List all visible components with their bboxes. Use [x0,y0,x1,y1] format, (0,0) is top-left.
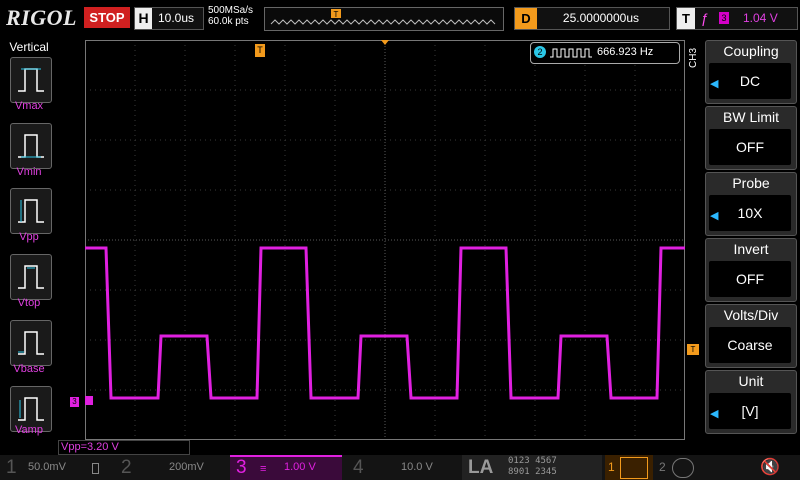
ch3-marker-label: 3 [70,397,79,407]
invert-value: OFF [709,261,791,297]
vamp-icon [18,397,44,421]
vmin-button[interactable] [10,123,52,169]
invert-softkey[interactable]: Invert OFF [705,238,797,302]
vtop-label: Vtop [17,297,41,309]
frequency-value: 666.923 Hz [597,46,654,58]
run-stop-button[interactable]: STOP [84,7,130,28]
ch3-scale: 1.00 V [284,461,316,473]
speaker-mute-icon[interactable]: 🔇 [760,457,780,477]
ch1-number: 1 [6,457,17,478]
ch3-number: 3 [236,457,247,478]
vpp-button[interactable] [10,188,52,234]
vbase-button[interactable] [10,320,52,366]
select-arrow-icon: ◀ [710,210,719,222]
vbase-icon [18,331,44,355]
select-arrow-icon: ◀ [710,78,719,90]
waveform-display[interactable] [85,40,685,440]
coupling-value: DC [709,63,791,99]
vpp-measurement: Vpp=3.20 V [58,440,190,455]
sine-source-icon [672,458,694,478]
ch1-control[interactable]: 1 50.0mV [0,455,112,480]
probe-label: Probe [732,175,770,191]
vbase-label: Vbase [13,363,45,375]
delay-value: 25.0000000us [562,11,639,25]
unit-softkey[interactable]: Unit [V] ◀ [705,370,797,434]
probe-softkey[interactable]: Probe 10X ◀ [705,172,797,236]
ch3-ground-marker [85,396,93,405]
trigger-level: 1.04 V [743,11,778,25]
channel-settings-menu: Coupling DC ◀ BW Limit OFF Probe 10X ◀ I… [705,40,797,435]
la-channels-row1: 0123 4567 [508,456,557,466]
bw-limit-value: OFF [709,129,791,165]
horizontal-badge: H [135,8,152,29]
trigger-badge: T [677,8,695,29]
channel-bar: 1 50.0mV 2 200mV 3 ≡ 1.00 V 4 10.0 V LA … [0,455,800,480]
vpp-icon [18,199,44,223]
ch2-number: 2 [121,457,132,478]
volts-div-label: Volts/Div [723,307,779,323]
volts-div-softkey[interactable]: Volts/Div Coarse [705,304,797,368]
square-wave-icon [550,48,592,58]
la-control[interactable]: LA 0123 4567 8901 2345 [462,455,602,480]
vamp-label: Vamp [15,424,43,436]
vmin-label: Vmin [16,166,42,178]
timeline-waveform-icon: T [270,9,496,25]
ch4-number: 4 [353,457,364,478]
measure-menu: Vertical Vmax Vmin Vpp Vtop Vbase Vamp [0,36,58,440]
source2-control[interactable]: 2 [656,455,706,480]
svg-text:T: T [334,10,339,19]
memory-timeline[interactable]: T [264,7,504,31]
battery-icon [92,463,99,474]
ch4-control[interactable]: 4 10.0 V [345,455,457,480]
vmax-icon [18,68,44,92]
trigger-source-badge: 3 [719,12,729,24]
counter-channel-badge: 2 [534,46,546,58]
ch1-scale: 50.0mV [28,461,66,473]
source1-control[interactable]: 1 [605,455,653,480]
invert-label: Invert [733,241,769,257]
unit-label: Unit [738,373,764,389]
top-status-bar: RIGOL STOP H 10.0us 500MSa/s 60.0k pts T… [0,0,800,36]
sample-rate: 500MSa/s [208,5,254,16]
select-arrow-icon: ◀ [710,408,719,420]
la-label: LA [468,457,494,478]
vpp-label: Vpp [19,231,39,243]
delay-badge: D [515,8,537,29]
ch3-control[interactable]: 3 ≡ 1.00 V [230,455,342,480]
memory-depth: 60.0k pts [208,16,249,27]
pulse-source-icon [620,457,648,479]
timebase-value: 10.0us [158,11,195,25]
menu-channel-label: CH3 [688,47,699,68]
coupling-softkey[interactable]: Coupling DC ◀ [705,40,797,104]
vtop-icon [18,265,44,289]
trigger-time-marker: T [255,44,265,57]
volts-div-value: Coarse [709,327,791,363]
trigger-control[interactable]: T ƒ 3 1.04 V [676,7,798,30]
la-channels-row2: 8901 2345 [508,467,557,477]
vmax-label: Vmax [14,100,44,112]
brand-logo: RIGOL [6,5,77,30]
source2-number: 2 [659,460,666,474]
delay-control[interactable]: D 25.0000000us [514,7,670,30]
vmax-button[interactable] [10,57,52,103]
unit-value: [V] [709,393,791,429]
coupling-icon: ≡ [260,463,267,475]
coupling-label: Coupling [723,43,779,59]
vmin-icon [18,134,44,158]
measure-menu-title: Vertical [9,40,49,54]
acquisition-info: 500MSa/s 60.0k pts [208,5,253,27]
rising-edge-icon: ƒ [701,10,709,26]
trigger-level-marker: T [687,344,699,355]
ch2-scale: 200mV [169,461,204,473]
ch4-scale: 10.0 V [401,461,433,473]
timebase-control[interactable]: H 10.0us [134,7,204,30]
bw-limit-label: BW Limit [723,109,779,125]
ch2-control[interactable]: 2 200mV [115,455,227,480]
probe-value: 10X [709,195,791,231]
frequency-counter: 2 666.923 Hz [530,42,680,64]
bw-limit-softkey[interactable]: BW Limit OFF [705,106,797,170]
vtop-button[interactable] [10,254,52,300]
source1-number: 1 [608,460,615,474]
